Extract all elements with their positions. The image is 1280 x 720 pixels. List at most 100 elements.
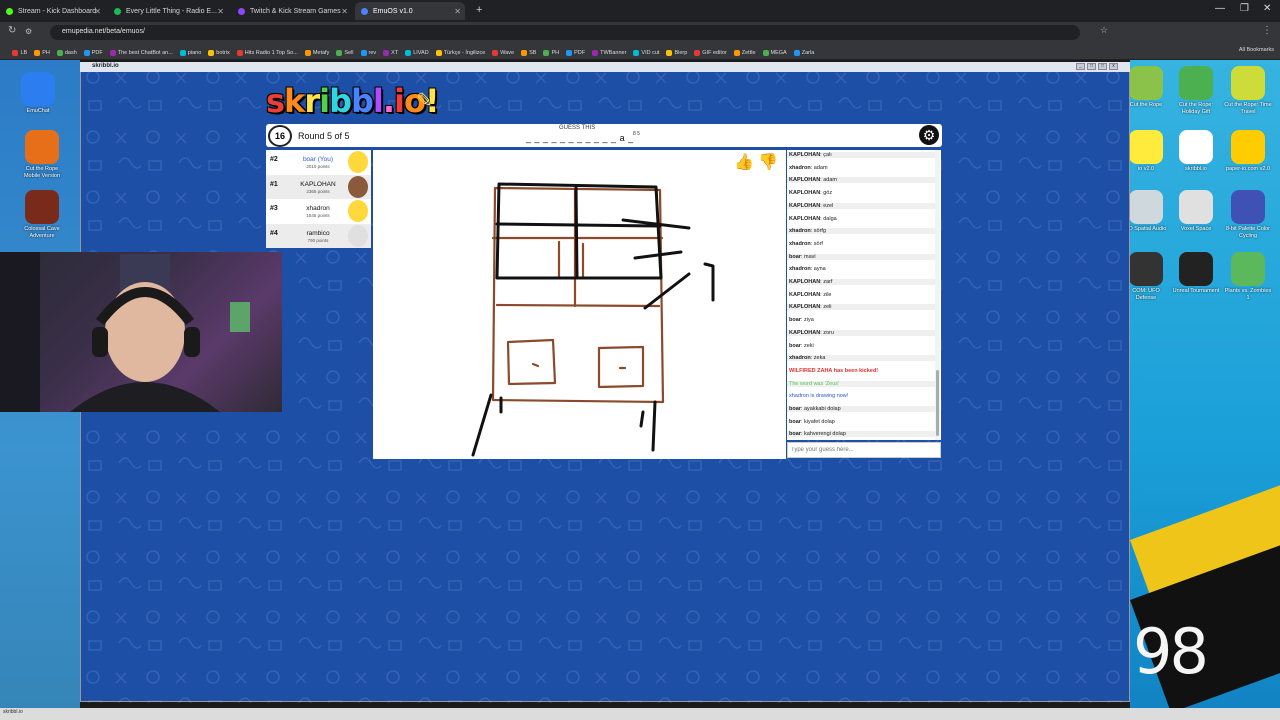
- close-icon[interactable]: ✕: [1263, 3, 1271, 14]
- desktop-icon[interactable]: Plants vs. Zombies 1: [1224, 252, 1272, 301]
- tab-close-icon[interactable]: ✕: [341, 7, 348, 16]
- desktop-icon[interactable]: 8-bit Palette Color Cycling: [1224, 190, 1272, 239]
- thumbs-down-icon[interactable]: 👎: [758, 154, 778, 171]
- window-restore-button[interactable]: □: [1098, 63, 1107, 70]
- chat-message: boar: kahverengi dolap: [787, 431, 937, 438]
- tab-close-icon[interactable]: ✕: [454, 7, 461, 16]
- window-maximize-button[interactable]: □: [1087, 63, 1096, 70]
- bookmark-icon: [383, 50, 390, 56]
- bookmark-label: rev: [368, 50, 377, 56]
- desktop-icon-label: Voxel Space: [1180, 226, 1212, 232]
- chat-text: zeli: [823, 304, 832, 311]
- desktop-icon-label: 8-bit Palette Color Cycling: [1225, 226, 1271, 239]
- minimize-icon[interactable]: —: [1215, 3, 1225, 14]
- tab-close-icon[interactable]: ✕: [94, 7, 101, 16]
- chat-text: zarf: [823, 279, 833, 285]
- bookmark-item[interactable]: PH: [34, 45, 50, 60]
- bookmark-item[interactable]: SB: [521, 45, 536, 60]
- bookmark-item[interactable]: Wave: [492, 45, 514, 60]
- chat-message: boar: kiyafet dolap: [789, 419, 835, 425]
- browser-tab[interactable]: Every Little Thing - Radio E... ✕: [108, 2, 228, 20]
- bookmark-star-icon[interactable]: ☆: [1100, 25, 1108, 36]
- logo-letter: .: [382, 82, 395, 120]
- browser-tab[interactable]: Twitch & Kick Stream Games ✕: [232, 2, 352, 20]
- chat-text: zeki: [803, 342, 814, 349]
- desktop-icon[interactable]: Colossal Cave Adventure: [18, 190, 66, 239]
- bookmarks-bar: LB PH dash PDF The best ChatBot an... piano bo…: [0, 43, 1280, 60]
- bookmark-item[interactable]: PDF: [83, 45, 103, 60]
- chat-message: xhadron: ayna: [789, 266, 826, 272]
- desktop-icon[interactable]: EmuChat: [14, 72, 62, 115]
- thumbs-up-icon[interactable]: 👍: [734, 154, 754, 171]
- player-row[interactable]: #2 boar (You) 2010 points: [266, 150, 371, 174]
- desktop-icon[interactable]: Cut the Rope: Holiday Gift: [1172, 66, 1220, 115]
- bookmark-label: Blerp: [674, 50, 688, 56]
- app-icon: [1231, 252, 1265, 286]
- chat-author: KAPLOHAN: [789, 177, 821, 184]
- desktop-icon[interactable]: Voxel Space: [1172, 190, 1220, 233]
- site-info-icon[interactable]: ⚙: [25, 27, 32, 36]
- player-row[interactable]: #3 xhadron 1545 points: [266, 199, 371, 223]
- player-points: 2010 points: [306, 164, 330, 169]
- bookmark-icon: [179, 50, 186, 56]
- bookmark-item[interactable]: TWBanner: [592, 45, 626, 60]
- bookmark-item[interactable]: Hits Radio 1 Top So...: [236, 45, 298, 60]
- chat-message: KAPLOHAN: ezel: [787, 202, 937, 209]
- bookmark-item[interactable]: PH: [543, 45, 560, 60]
- bookmark-item[interactable]: MEGA: [762, 45, 787, 60]
- browser-tab[interactable]: EmuOS v1.0 ✕: [355, 2, 465, 20]
- player-row[interactable]: #4 rambico 790 points: [266, 223, 371, 248]
- skribbl-logo: skribbl.io!: [266, 82, 440, 120]
- new-tab-button[interactable]: +: [476, 4, 482, 16]
- bookmark-item[interactable]: LIVAD: [405, 45, 429, 60]
- all-bookmarks-button[interactable]: All Bookmarks: [1239, 47, 1274, 53]
- chat-author: KAPLOHAN: [789, 190, 821, 197]
- logo-letter: l: [372, 82, 384, 120]
- bookmark-item[interactable]: botrix: [208, 45, 230, 60]
- bookmark-icon: [405, 50, 412, 56]
- desktop-icon[interactable]: Cut the Rope: Time Travel: [1224, 66, 1272, 115]
- bookmark-label: PH: [551, 50, 560, 56]
- desktop-icon[interactable]: paper-io.com v2.0: [1224, 130, 1272, 173]
- desktop-icon[interactable]: Cut the Rope Mobile Version: [18, 130, 66, 179]
- bookmark-item[interactable]: dash: [56, 45, 77, 60]
- webcam-person: [0, 252, 250, 412]
- chat-scrollbar-thumb[interactable]: [936, 370, 939, 436]
- app-icon: [1179, 130, 1213, 164]
- guess-input[interactable]: [787, 442, 941, 458]
- bookmark-item[interactable]: PDF: [566, 45, 585, 60]
- bookmark-item[interactable]: Blerp: [666, 45, 688, 60]
- bookmark-item[interactable]: Türkçe - İngilizce: [435, 45, 485, 60]
- reload-icon[interactable]: ↻: [8, 25, 16, 36]
- window-close-button[interactable]: x: [1109, 63, 1118, 70]
- bookmark-item[interactable]: Zettle: [733, 45, 756, 60]
- bookmark-item[interactable]: Zarla: [793, 45, 814, 60]
- chat-author: boar: [789, 317, 801, 324]
- bookmark-label: dash: [64, 50, 77, 56]
- bookmark-item[interactable]: rev: [360, 45, 377, 60]
- bookmark-item[interactable]: GIF editor: [694, 45, 727, 60]
- gear-icon[interactable]: ⚙: [919, 125, 939, 145]
- bookmark-icon: [633, 50, 640, 56]
- taskbar-item[interactable]: skribbl.io: [3, 709, 23, 715]
- browser-tab[interactable]: Stream - Kick Dashboard ✕: [0, 2, 105, 20]
- drawing-canvas[interactable]: [373, 150, 786, 459]
- desktop-icon[interactable]: Unreal Tournament: [1172, 252, 1220, 295]
- tab-close-icon[interactable]: ✕: [217, 7, 224, 16]
- desktop-icon[interactable]: skribbl.io: [1172, 130, 1220, 173]
- bookmark-item[interactable]: Metafy: [304, 45, 329, 60]
- bookmark-item[interactable]: The best ChatBot an...: [109, 45, 173, 60]
- url-field[interactable]: emupedia.net/beta/emuos/: [50, 25, 1080, 40]
- player-row[interactable]: #1 KAPLOHAN 2365 points: [266, 174, 371, 199]
- window-minimize-button[interactable]: _: [1076, 63, 1085, 70]
- menu-icon[interactable]: ⋮: [1262, 25, 1272, 36]
- emu-window-titlebar[interactable]: [80, 62, 1130, 72]
- bookmark-item[interactable]: piano: [179, 45, 201, 60]
- bookmark-item[interactable]: Sell: [336, 45, 354, 60]
- bookmark-item[interactable]: LB: [12, 45, 27, 60]
- bookmark-item[interactable]: VID cut: [633, 45, 659, 60]
- chat-text: ayna: [813, 266, 826, 273]
- chat-author: xhadron: [789, 240, 811, 247]
- maximize-icon[interactable]: ❐: [1240, 3, 1249, 14]
- bookmark-item[interactable]: XT: [383, 45, 398, 60]
